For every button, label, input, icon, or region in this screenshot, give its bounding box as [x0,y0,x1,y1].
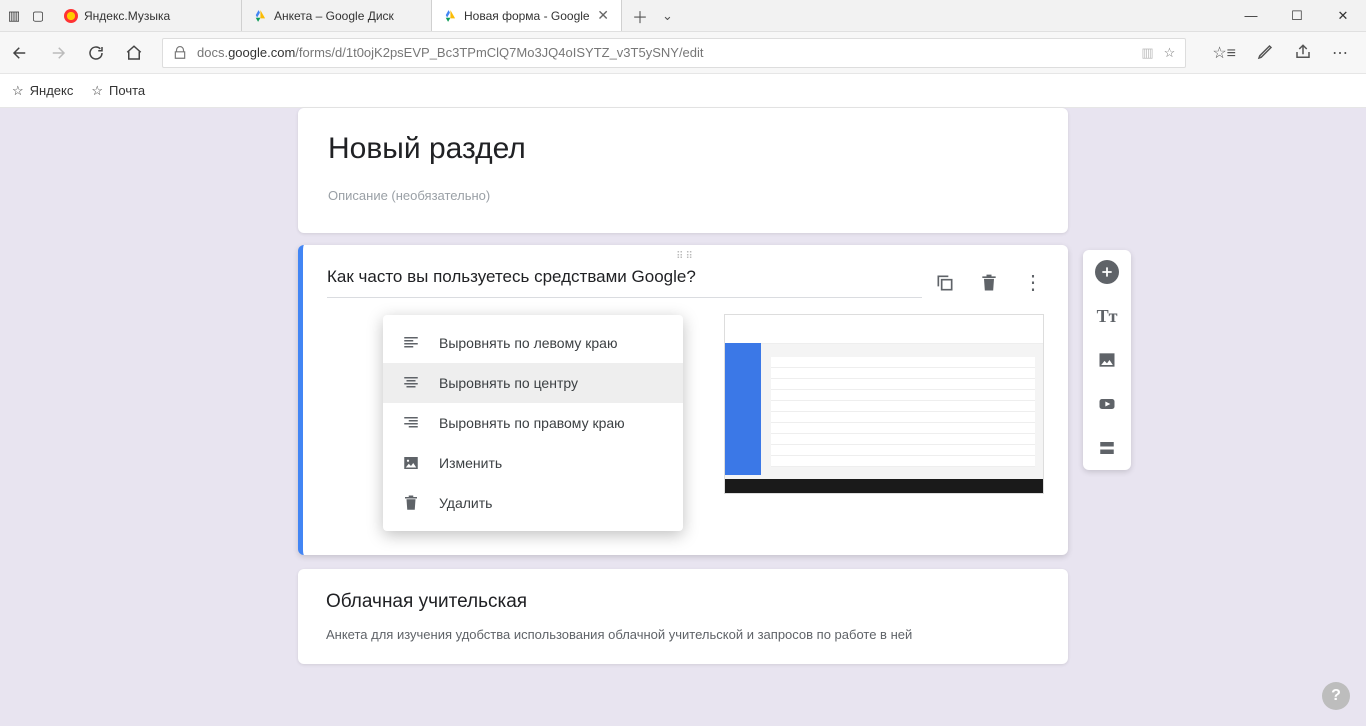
more-vert-icon[interactable]: ⋮ [1022,272,1044,294]
browser-tabs: Яндекс.Музыка Анкета – Google Диск Новая… [52,0,1228,31]
more-icon[interactable]: ⋯ [1332,43,1348,63]
tab-google-form-active[interactable]: Новая форма - Google ✕ [432,0,622,31]
reading-view-icon[interactable]: ▥ [1141,45,1153,61]
footer-title[interactable]: Облачная учительская [326,591,1040,613]
url-text: docs.google.com/forms/d/1t0ojK2psEVP_Bc3… [197,45,1131,60]
footer-description[interactable]: Анкета для изучения удобства использован… [326,627,1040,642]
address-bar[interactable]: docs.google.com/forms/d/1t0ojK2psEVP_Bc3… [162,38,1186,68]
question-title[interactable]: Как часто вы пользуетесь средствами Goog… [327,267,922,298]
drag-handle-icon[interactable]: ⠿⠿ [676,251,695,262]
tab-label: Новая форма - Google [464,9,590,23]
window-maximize[interactable]: ☐ [1274,0,1320,31]
align-left-icon [401,333,421,353]
favicon-google-drive [444,9,458,23]
add-title-button[interactable]: Tᴛ [1095,304,1119,328]
question-card[interactable]: ⠿⠿ Как часто вы пользуетесь средствами G… [298,245,1068,555]
window-close[interactable]: ✕ [1320,0,1366,31]
window-titlebar: ▥ ▢ Яндекс.Музыка Анкета – Google Диск Н… [0,0,1366,32]
tab-yandex-music[interactable]: Яндекс.Музыка [52,0,242,31]
favicon-google-drive [254,9,268,23]
add-video-button[interactable] [1095,392,1119,416]
bookmark-yandex[interactable]: ☆Яндекс [12,83,73,99]
menu-change-image[interactable]: Изменить [383,443,683,483]
menu-delete-image[interactable]: Удалить [383,483,683,523]
tab-google-drive-anketa[interactable]: Анкета – Google Диск [242,0,432,31]
align-center-icon [401,373,421,393]
add-section-button[interactable] [1095,436,1119,460]
menu-align-right[interactable]: Выровнять по правому краю [383,403,683,443]
duplicate-icon[interactable] [934,272,956,294]
tab-label: Анкета – Google Диск [274,9,394,23]
trash-icon [401,493,421,513]
image-icon [401,453,421,473]
section-description[interactable]: Описание (необязательно) [328,188,1038,203]
add-image-button[interactable] [1095,348,1119,372]
align-right-icon [401,413,421,433]
nav-back[interactable] [10,43,30,63]
add-question-button[interactable] [1095,260,1119,284]
new-tab-button[interactable]: ＋ [632,4,648,28]
share-icon[interactable] [1294,43,1312,63]
menu-align-center[interactable]: Выровнять по центру [383,363,683,403]
page-content: Новый раздел Описание (необязательно) ⠿⠿… [0,108,1366,726]
favicon-yandex-music [64,9,78,23]
close-tab-icon[interactable]: ✕ [597,7,609,24]
help-button[interactable]: ? [1322,682,1350,710]
question-image-thumbnail[interactable] [724,314,1044,494]
favorite-star-icon[interactable]: ☆ [1164,45,1176,61]
tab-preview-icon[interactable]: ⌄ [662,8,673,24]
image-context-menu: Выровнять по левому краю Выровнять по це… [383,315,683,531]
tab-label: Яндекс.Музыка [84,9,170,23]
form-toolbox: Tᴛ [1083,250,1131,470]
favorites-icon[interactable]: ☆≡ [1212,43,1236,63]
star-icon: ☆ [12,83,24,99]
menu-align-left[interactable]: Выровнять по левому краю [383,323,683,363]
nav-refresh[interactable] [86,43,106,63]
nav-home[interactable] [124,43,144,63]
window-minimize[interactable]: ― [1228,0,1274,31]
bookmarks-bar: ☆Яндекс ☆Почта [0,74,1366,108]
bookmark-pochta[interactable]: ☆Почта [91,83,145,99]
notes-icon[interactable] [1256,43,1274,63]
taskview-icon[interactable]: ▥ [6,8,22,24]
section-card[interactable]: Новый раздел Описание (необязательно) [298,108,1068,233]
lock-icon [173,46,187,60]
star-icon: ☆ [91,83,103,99]
app-icon: ▢ [30,8,46,24]
footer-section-card[interactable]: Облачная учительская Анкета для изучения… [298,569,1068,664]
browser-toolbar: docs.google.com/forms/d/1t0ojK2psEVP_Bc3… [0,32,1366,74]
delete-icon[interactable] [978,272,1000,294]
section-title[interactable]: Новый раздел [328,132,1038,166]
nav-forward [48,43,68,63]
